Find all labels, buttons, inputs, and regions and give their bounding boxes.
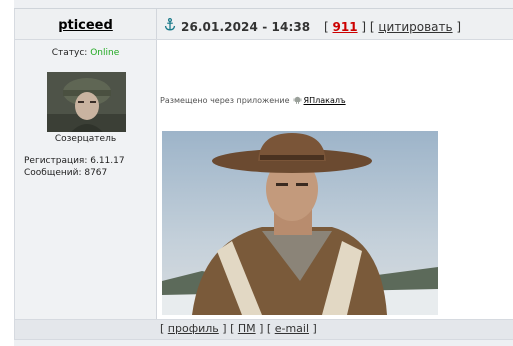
avatar[interactable] xyxy=(47,72,126,132)
top-strip xyxy=(14,0,513,9)
post-number-link[interactable]: 911 xyxy=(333,20,358,34)
post-meta-cell: 26.01.2024 - 14:38 [ 911 ] [ цитировать … xyxy=(158,9,513,39)
app-link[interactable]: ЯПлакалъ xyxy=(304,96,346,105)
status-label: Статус: xyxy=(51,48,88,58)
posted-via-label: Размещено через приложение xyxy=(160,96,290,105)
post-actions: [ 911 ] [ цитировать ] xyxy=(324,20,462,34)
posts-count: Сообщений: 8767 xyxy=(24,168,108,178)
post-image[interactable] xyxy=(162,131,438,315)
quote-link[interactable]: цитировать xyxy=(378,20,452,34)
author-username[interactable]: pticeed xyxy=(15,18,156,33)
user-status: Статус: Online xyxy=(15,48,156,58)
profile-link[interactable]: профиль xyxy=(168,322,219,335)
bottom-strip xyxy=(14,340,513,346)
android-icon xyxy=(293,96,301,104)
author-links: [ профиль ] [ ПМ ] [ e-mail ] xyxy=(160,322,317,335)
registration-date: Регистрация: 6.11.17 xyxy=(24,156,125,166)
author-cell: pticeed xyxy=(15,9,157,39)
user-rank: Созерцатель xyxy=(54,134,117,144)
pm-link[interactable]: ПМ xyxy=(238,322,256,335)
posted-via: Размещено через приложение ЯПлакалъ xyxy=(160,95,346,105)
post-date: 26.01.2024 - 14:38 xyxy=(181,20,311,34)
author-info-cell: Статус: Online Созерцатель Регистрация: … xyxy=(15,40,157,319)
status-value: Online xyxy=(90,48,120,58)
post-content-cell: Размещено через приложение ЯПлакалъ xyxy=(158,40,513,319)
anchor-icon[interactable] xyxy=(164,18,176,31)
email-link[interactable]: e-mail xyxy=(275,322,309,335)
